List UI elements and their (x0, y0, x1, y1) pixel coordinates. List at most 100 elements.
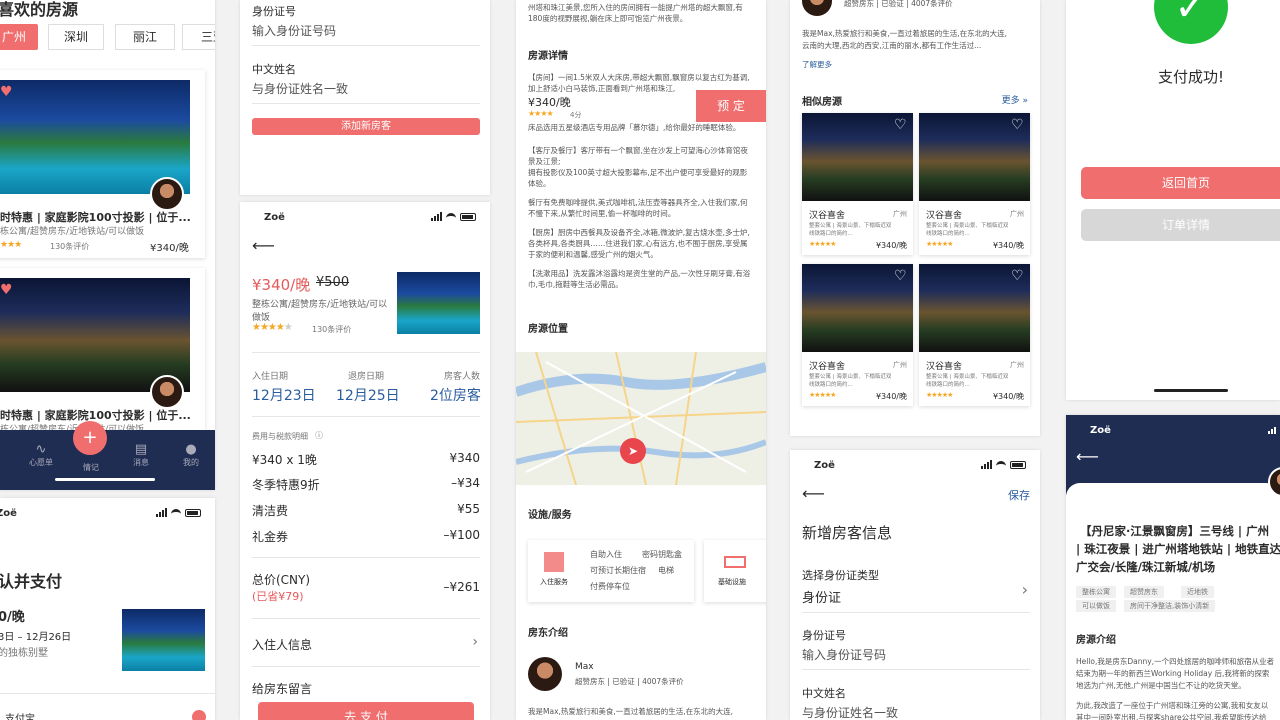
rating-stars: ★★★★★ (926, 391, 953, 399)
nav-label: 我的 (183, 458, 199, 467)
detail-paragraph: 床品选用五星级酒店专用品牌「慕尔德」,给你最好的睡眠体验。 (528, 123, 741, 132)
fee-title: 费用与税款明细 (252, 432, 308, 441)
id-type-label: 选择身份证类型 (802, 569, 879, 582)
check-icon[interactable] (192, 710, 206, 720)
listing-header-screen: Zoë ⟵ 【丹尼家·江景飘窗房】三号线 | 广州 | 珠江夜景 | 进广州塔地… (1066, 415, 1280, 720)
detail-paragraph: 拥有投影仪及100英寸超大投影幕布,足不出户便可享受最好的观影体验。 (528, 168, 748, 188)
rating-stars: ★★★★★ (809, 391, 836, 399)
heart-icon[interactable]: ♥ (0, 282, 13, 298)
listing-price: ¥340/晚 (992, 392, 1024, 401)
city-tab-lijiang[interactable]: 丽江 (115, 24, 175, 50)
listing-city: 广州 (1010, 210, 1024, 218)
name-field[interactable]: 与身份证姓名一致 (802, 704, 898, 720)
listing-subtitle: 栋公寓/超赞房东/近地铁站/可以做饭 (0, 227, 145, 237)
intro-text: 地选为广州,无他,广州是中国当仁不让的吃货天堂。 (1076, 681, 1246, 690)
listing-city: 广州 (893, 210, 907, 218)
city-label: 三亚 (201, 30, 215, 44)
avatar (150, 375, 184, 409)
learn-more-link[interactable]: 了解更多 (802, 59, 832, 70)
location-map[interactable]: ➤ (516, 351, 766, 486)
id-type-value[interactable]: 身份证 (802, 587, 841, 606)
similar-card[interactable]: ♡ 汉谷喜舍 广州 整套公寓 | 海景山景、下榻临近双 线铁路口的简约... ★… (919, 264, 1030, 406)
info-icon[interactable]: ⓘ (315, 430, 323, 441)
similar-card[interactable]: ♡ 汉谷喜舍 广州 整套公寓 | 海景山景、下榻临近双 线铁路口的简约... ★… (919, 113, 1030, 255)
save-button[interactable]: 保存 (1008, 487, 1030, 503)
listing-desc: 整套公寓 | 海景山景、下榻临近双 (809, 223, 892, 229)
listing-desc: 整套公寓 | 海景山景、下榻临近双 (926, 223, 1009, 229)
heart-outline-icon[interactable]: ♡ (894, 117, 907, 133)
host-title: 房东介绍 (528, 628, 568, 639)
success-check-icon: ✓ (1154, 0, 1228, 44)
fee-label: 冬季特惠9折 (252, 478, 320, 492)
pay-button[interactable]: 去 支 付 (258, 702, 474, 720)
host-text: 云南的大理,西北的西安,江南的丽水,都有工作生活过... (802, 41, 982, 50)
city-tab-shenzhen[interactable]: 深圳 (48, 24, 104, 50)
id-field[interactable]: 输入身份证号码 (252, 22, 336, 39)
chevron-right-icon[interactable]: › (1022, 580, 1028, 599)
back-arrow-icon[interactable]: ⟵ (252, 236, 275, 255)
similar-card[interactable]: ♡ 汉谷喜舍 广州 整套公寓 | 海景山景、下榻临近双 线铁路口的简约... ★… (802, 113, 913, 255)
city-tab-guangzhou[interactable]: 广州 (0, 24, 38, 50)
heart-outline-icon[interactable]: ♡ (1011, 268, 1024, 284)
book-button[interactable]: 预 定 (696, 90, 766, 122)
status-name: Zoë (0, 508, 17, 519)
pulse-icon: ∿ (35, 442, 47, 457)
heart-outline-icon[interactable]: ♡ (894, 268, 907, 284)
review-count: 130条评价 (50, 242, 90, 251)
similar-listings-screen: 超赞房东 | 已验证 | 4007条评价 我是Max,热爱旅行和美食,一直过着旅… (790, 0, 1040, 436)
fee-value: ¥340 (449, 451, 480, 465)
guest-count[interactable]: 2位房客 (430, 385, 481, 405)
listing-card[interactable]: ♥ 时特惠 | 家庭影院100寸投影 | 位于... 栋公寓/超赞房东/近地铁站… (0, 268, 205, 438)
nav-notes[interactable]: 情记 (78, 462, 104, 473)
nav-profile[interactable]: ● 我的 (178, 442, 204, 468)
return-home-button[interactable]: 返回首页 (1081, 167, 1280, 199)
chevron-right-icon[interactable]: › (472, 634, 478, 650)
city-tab-sanya[interactable]: 三亚 (182, 24, 215, 50)
fee-value: ¥55 (457, 502, 480, 516)
checkout-date[interactable]: 12月25日 (336, 385, 400, 405)
similar-card[interactable]: ♡ 汉谷喜舍 广州 整套公寓 | 海景山景、下榻临近双 线铁路口的简约... ★… (802, 264, 913, 406)
nav-wishlist[interactable]: ∿ 心愿单 (28, 442, 54, 468)
add-guest-screen: Zoë ⟵ 保存 新增房客信息 选择身份证类型 身份证 › 身份证号 输入身份证… (790, 450, 1040, 720)
status-icons (156, 508, 201, 517)
status-name: Zoë (264, 212, 285, 223)
listing-title: 【丹尼家·江景飘窗房】三号线 | 广州 (1080, 524, 1270, 538)
fee-value: –¥34 (451, 476, 480, 490)
listing-name: 汉谷喜舍 (926, 362, 963, 372)
id-field[interactable]: 输入身份证号码 (802, 646, 886, 663)
guest-info-row[interactable]: 入住人信息 (252, 636, 312, 653)
add-guest-button[interactable]: 添加新房客 (252, 118, 480, 135)
facility-card[interactable]: 入住服务 自助入住 密码钥匙盒 可预订长期住宿 电梯 付费停车位 (528, 540, 694, 602)
intro-text: Hello,我是房东Danny,一个四处旅居的咖啡师和旅宿从业者 (1076, 657, 1275, 666)
host-message-label[interactable]: 给房东留言 (252, 680, 312, 697)
facility-label: 基础设施 (718, 578, 746, 586)
bed-icon (724, 556, 746, 568)
fee-label: 清洁费 (252, 504, 289, 518)
order-details-button[interactable]: 订单详情 (1081, 209, 1280, 241)
more-link[interactable]: 更多 » (1002, 93, 1028, 106)
heart-outline-icon[interactable]: ♡ (1011, 117, 1024, 133)
facility-card[interactable]: 基础设施 (704, 540, 766, 602)
host-info: 超赞房东 | 已验证 | 4007条评价 (575, 677, 684, 686)
total-label: 总价(CNY) (252, 573, 311, 587)
home-indicator (1154, 389, 1228, 392)
intro-text: 结束为期一年的新西兰Working Holiday 后,我将新的探索 (1076, 669, 1270, 678)
payment-success-screen: ✓ 支付成功! 返回首页 订单详情 (1066, 0, 1280, 400)
host-avatar[interactable] (528, 657, 562, 691)
back-arrow-icon[interactable]: ⟵ (1076, 447, 1099, 466)
listing-price: ¥340/晚 (150, 243, 189, 254)
add-button[interactable]: + (73, 421, 107, 455)
location-pin-icon[interactable]: ➤ (620, 438, 646, 464)
back-arrow-icon[interactable]: ⟵ (802, 484, 825, 503)
nav-messages[interactable]: ▤ 消息 (128, 442, 154, 468)
facility-item: 可预订长期住宿 (590, 566, 646, 575)
listing-card[interactable]: ♥ 时特惠 | 家庭影院100寸投影 | 位于... 栋公寓/超赞房东/近地铁站… (0, 70, 205, 258)
fee-value: –¥100 (443, 528, 480, 542)
favorites-screen: 喜欢的房源 广州 深圳 丽江 三亚 ♥ 时特惠 | 家庭影院100寸投影 | 位… (0, 0, 215, 490)
checkin-date[interactable]: 12月23日 (252, 385, 316, 405)
listing-name: 汉谷喜舍 (926, 211, 963, 221)
review-count: 130条评价 (312, 325, 352, 334)
heart-icon[interactable]: ♥ (0, 84, 13, 100)
payment-method[interactable]: 支付宝 (5, 710, 35, 720)
name-field[interactable]: 与身份证姓名一致 (252, 80, 348, 97)
